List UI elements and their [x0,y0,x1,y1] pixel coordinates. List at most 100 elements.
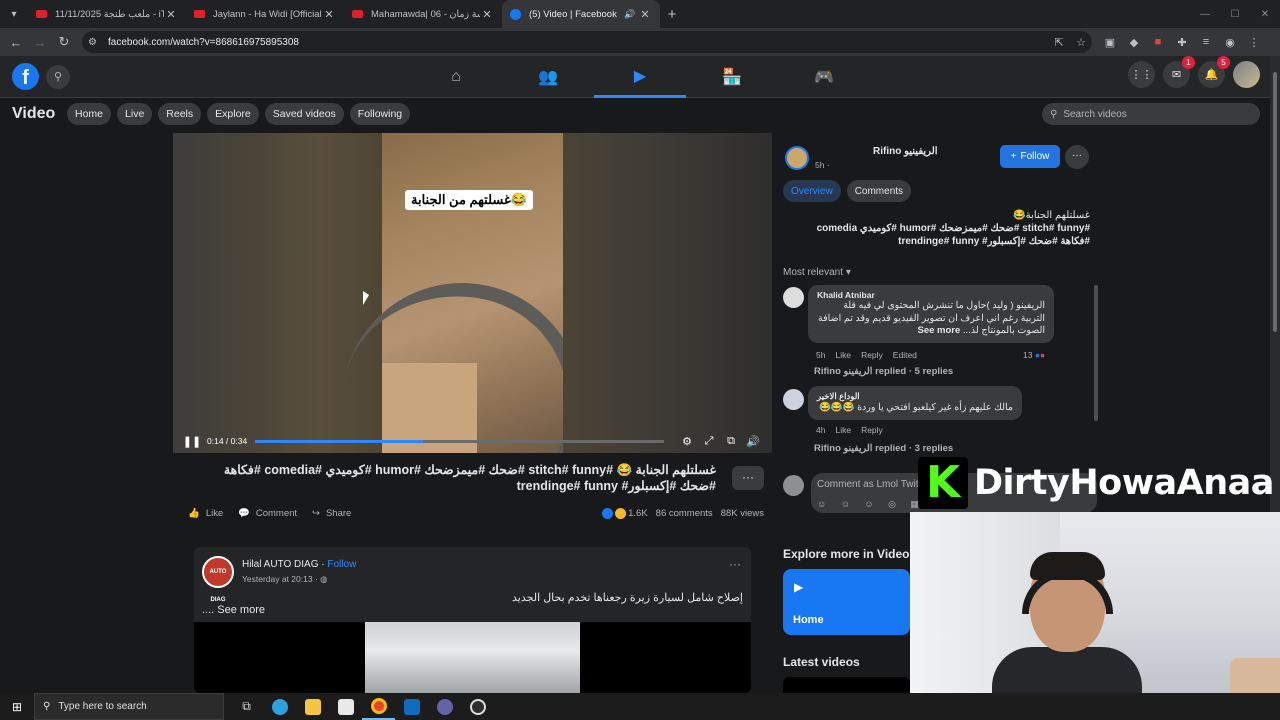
pill-reels[interactable]: Reels [158,103,202,125]
outlook-icon[interactable] [395,693,428,720]
url-field[interactable]: ⚙ facebook.com/watch?v=868616975895308 ⇱… [82,31,1092,53]
tab-search-icon[interactable]: ▾ [0,0,28,28]
comment-sort-dropdown[interactable]: Most relevant ▾ [783,267,851,278]
browser-tab-active[interactable]: (5) Video | Facebook 🔊 ✕ [502,0,660,28]
pill-live[interactable]: Live [117,103,153,125]
post-media[interactable] [194,622,751,693]
profile-icon[interactable]: ◉ [1218,36,1242,49]
pause-icon[interactable]: ❚❚ [181,435,203,448]
comments-count[interactable]: 86 comments [656,508,713,519]
notifications-bell-icon[interactable]: 🔔 5 [1198,56,1230,88]
like-button[interactable]: 👍 Like [188,508,223,519]
pill-home[interactable]: Home [67,103,112,125]
extensions-puzzle-icon[interactable]: ✚ [1170,36,1194,49]
comment-reply-link[interactable]: Reply [861,350,883,360]
messenger-icon[interactable]: ✉ 1 [1163,56,1195,88]
commenter-avatar[interactable] [783,287,804,308]
store-icon[interactable] [329,693,362,720]
settings-gear-icon[interactable]: ⚙ [676,435,698,448]
reading-list-icon[interactable]: ≡ [1194,36,1218,49]
app-icon[interactable] [428,693,461,720]
chrome-icon[interactable] [362,693,395,720]
post-more-icon[interactable]: ··· [732,466,764,490]
volume-icon[interactable]: 🔊 [742,435,764,448]
comment-like-link[interactable]: Like [835,425,851,435]
search-videos-input[interactable]: ⚲ Search videos [1042,103,1260,125]
close-window-icon[interactable]: ✕ [1250,0,1280,28]
bookmark-star-icon[interactable]: ☆ [1070,36,1092,49]
reload-icon[interactable]: ↻ [52,28,76,56]
see-more-link[interactable]: .... See more [202,604,265,616]
channel-name[interactable]: Rifino الريفينيو [873,146,938,157]
taskbar-search-input[interactable]: ⚲ Type here to search [34,693,224,720]
comment-like-link[interactable]: Like [835,350,851,360]
video-progress-bar[interactable] [255,439,664,443]
post-author-avatar[interactable]: AUTO DIAG [202,556,234,603]
share-button[interactable]: ↪ Share [312,508,351,519]
explore-home-card[interactable]: ▶ Home [783,569,910,635]
windows-start-icon[interactable]: ⊞ [0,693,34,720]
site-info-icon[interactable]: ⚙ [88,37,102,48]
new-tab-icon[interactable]: + [660,6,684,23]
speaker-icon[interactable]: 🔊 [624,9,638,20]
follow-button[interactable]: + Follow [1000,145,1060,168]
post-follow-link[interactable]: Follow [327,559,356,570]
comments-scrollbar[interactable] [1094,285,1098,421]
channel-avatar[interactable] [785,146,809,170]
extension-icon[interactable]: ◆ [1122,36,1146,49]
post-more-icon[interactable]: ··· [729,557,741,571]
edge-icon[interactable] [263,693,296,720]
comment-author[interactable]: الوداع الاخير [817,391,1013,402]
page-scrollbar-thumb[interactable] [1273,72,1277,332]
obs-icon[interactable] [461,693,494,720]
menu-grid-icon[interactable]: ⋮⋮ [1128,61,1155,88]
pill-following[interactable]: Following [349,103,411,125]
comment-author[interactable]: Khalid Atnibar [817,290,1045,300]
browser-tab[interactable]: Mahamawda| 06 - مدرسة زمان ✕ [344,0,502,28]
fullscreen-icon[interactable]: ⤢ [698,435,720,448]
translate-extension-icon[interactable]: ▣ [1098,36,1122,49]
tab-overview[interactable]: Overview [783,180,841,202]
tab-comments[interactable]: Comments [846,180,912,202]
install-icon[interactable]: ⇱ [1048,36,1070,49]
post-time-text[interactable]: Yesterday at 20:13 [242,574,313,584]
tab-close-icon[interactable]: ✕ [164,8,178,21]
account-avatar[interactable] [1233,61,1260,88]
comment-button[interactable]: 💬 Comment [238,508,297,519]
forward-icon[interactable]: → [28,28,52,56]
tab-close-icon[interactable]: ✕ [322,8,336,21]
back-icon[interactable]: ← [4,28,28,56]
marketplace-nav-icon[interactable]: 🏪 [686,56,778,98]
see-more-link[interactable]: See more [918,325,961,336]
comment-time[interactable]: 4h [816,425,825,435]
home-nav-icon[interactable]: ⌂ [410,56,502,98]
video-nav-icon[interactable]: ▶ [594,56,686,98]
browser-menu-icon[interactable]: ⋮ [1242,36,1266,49]
comment-reactions[interactable]: 13 ●● [1023,350,1045,360]
friends-nav-icon[interactable]: 👥 [502,56,594,98]
file-explorer-icon[interactable] [296,693,329,720]
gaming-nav-icon[interactable]: 🎮 [778,56,870,98]
picture-in-picture-icon[interactable]: ⧉ [720,435,742,448]
latest-video-thumbnail[interactable] [783,677,910,693]
tab-close-icon[interactable]: ✕ [480,8,494,21]
search-icon[interactable]: ⚲ [46,65,70,89]
view-replies-link[interactable]: Rifino الريفينو replied · 3 replies [814,443,953,454]
video-player[interactable]: غسلتهم من الجنابة😂 [173,133,772,453]
pill-saved-videos[interactable]: Saved videos [264,103,344,125]
reactions[interactable]: 1.6K [602,508,648,519]
tab-close-icon[interactable]: ✕ [638,8,652,21]
view-replies-link[interactable]: Rifino الريفينو replied · 5 replies [814,366,953,377]
maximize-icon[interactable]: ☐ [1220,0,1250,28]
comment-reply-link[interactable]: Reply [861,425,883,435]
minimize-icon[interactable]: — [1190,0,1220,28]
channel-more-icon[interactable]: ··· [1065,145,1089,169]
task-view-icon[interactable]: ⧉ [230,693,263,720]
commenter-avatar[interactable] [783,389,804,410]
facebook-logo-icon[interactable]: f [12,63,39,90]
post-author-name[interactable]: Hilal AUTO DIAG [242,559,319,570]
browser-tab[interactable]: ملعب طنجة 11/11/2025 - iTube ✕ [28,0,186,28]
browser-tab[interactable]: Jaylann - Ha Widi [Official Mus ✕ [186,0,344,28]
extension-red-icon[interactable]: ■ [1146,36,1170,49]
composer-tools-icon[interactable]: ☺ ☺ ☺ ◎ ▦ [817,499,925,510]
